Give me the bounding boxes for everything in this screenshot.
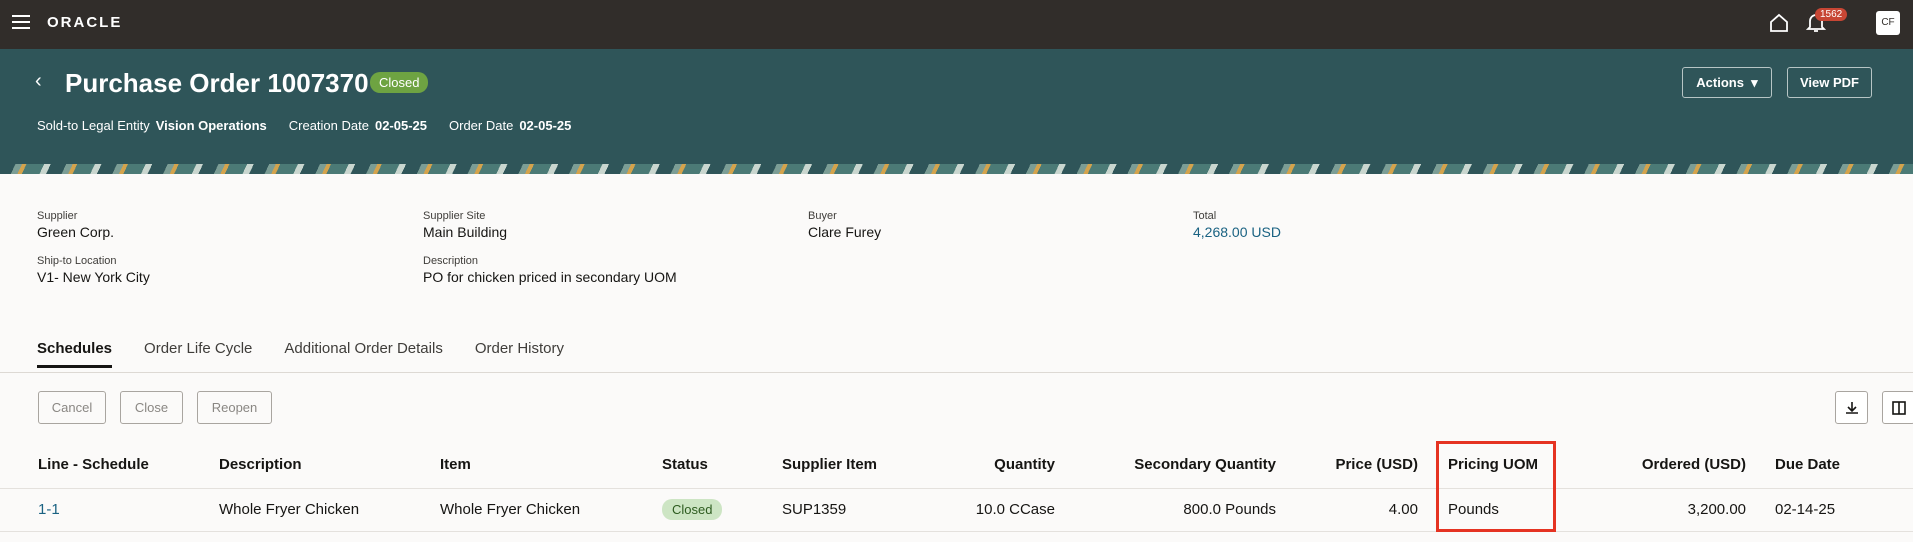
pricing-uom-highlight <box>1436 441 1556 532</box>
total-link[interactable]: 4,268.00 USD <box>1193 224 1281 240</box>
top-bar: ORACLE 1562 CF <box>0 0 1913 49</box>
cancel-button[interactable]: Cancel <box>38 391 106 424</box>
col-quantity[interactable]: Quantity <box>940 456 1055 473</box>
page-title: Purchase Order 1007370 <box>65 68 369 98</box>
view-pdf-button[interactable]: View PDF <box>1787 67 1872 98</box>
row-price: 4.00 <box>1388 501 1418 518</box>
sold-to-value: Vision Operations <box>155 118 267 133</box>
col-due-date[interactable]: Due Date <box>1775 456 1840 473</box>
row-status-badge: Closed <box>662 499 723 520</box>
header-meta: Sold-to Legal Entity Vision Operations Cr… <box>37 118 571 133</box>
tab-additional-order-details[interactable]: Additional Order Details <box>284 340 442 368</box>
reopen-button[interactable]: Reopen <box>197 391 272 424</box>
decorative-banner <box>0 164 1913 174</box>
row-secondary-quantity: 800.0 Pounds <box>1183 501 1276 518</box>
divider <box>0 372 1913 373</box>
row-due-date: 02-14-25 <box>1775 501 1836 518</box>
col-status[interactable]: Status <box>662 456 708 473</box>
col-supplier-item[interactable]: Supplier Item <box>782 456 877 473</box>
page-header <box>0 49 1913 164</box>
col-ordered[interactable]: Ordered (USD) <box>1600 456 1746 473</box>
export-button[interactable] <box>1835 391 1868 424</box>
ship-to-field: Ship-to Location V1- New York City <box>37 255 150 285</box>
tab-schedules[interactable]: Schedules <box>37 340 113 368</box>
col-secondary-quantity[interactable]: Secondary Quantity <box>1100 456 1276 473</box>
buyer-field: Buyer Clare Furey <box>808 210 882 240</box>
description-field: Description PO for chicken priced in sec… <box>423 255 677 285</box>
close-button[interactable]: Close <box>120 391 183 424</box>
supplier-field: Supplier Green Corp. <box>37 210 115 240</box>
col-description[interactable]: Description <box>219 456 302 473</box>
order-date-value: 02-05-25 <box>519 118 572 133</box>
tab-order-history[interactable]: Order History <box>475 340 564 368</box>
oracle-logo[interactable]: ORACLE <box>47 14 122 31</box>
columns-icon <box>1891 400 1906 415</box>
creation-date-label: Creation Date <box>288 118 369 133</box>
table-header-divider <box>0 488 1913 489</box>
row-supplier-item: SUP1359 <box>782 501 847 518</box>
notification-badge: 1562 <box>1815 8 1848 21</box>
columns-button[interactable] <box>1882 391 1913 424</box>
row-ordered: 3,200.00 <box>1687 501 1746 518</box>
table-row-divider <box>0 531 1913 532</box>
supplier-site-field: Supplier Site Main Building <box>423 210 508 240</box>
menu-icon[interactable] <box>12 15 30 29</box>
actions-button[interactable]: Actions ▾ <box>1682 67 1772 98</box>
row-quantity: 10.0 CCase <box>975 501 1055 518</box>
back-icon[interactable]: ‹ <box>35 70 42 93</box>
line-schedule-link[interactable]: 1-1 <box>38 501 60 518</box>
row-description: Whole Fryer Chicken <box>219 501 360 518</box>
col-line-schedule[interactable]: Line - Schedule <box>38 456 149 473</box>
tab-bar: Schedules Order Life Cycle Additional Or… <box>37 340 564 368</box>
col-price[interactable]: Price (USD) <box>1300 456 1418 473</box>
avatar[interactable]: CF <box>1876 11 1900 35</box>
tab-order-life-cycle[interactable]: Order Life Cycle <box>144 340 252 368</box>
total-field: Total 4,268.00 USD <box>1193 210 1281 240</box>
order-date-label: Order Date <box>449 118 514 133</box>
status-badge: Closed <box>370 72 429 93</box>
download-icon <box>1845 401 1858 414</box>
row-item: Whole Fryer Chicken <box>440 501 581 518</box>
home-icon[interactable] <box>1768 12 1790 34</box>
col-item[interactable]: Item <box>440 456 471 473</box>
creation-date-value: 02-05-25 <box>374 118 428 133</box>
sold-to-label: Sold-to Legal Entity <box>37 118 150 133</box>
